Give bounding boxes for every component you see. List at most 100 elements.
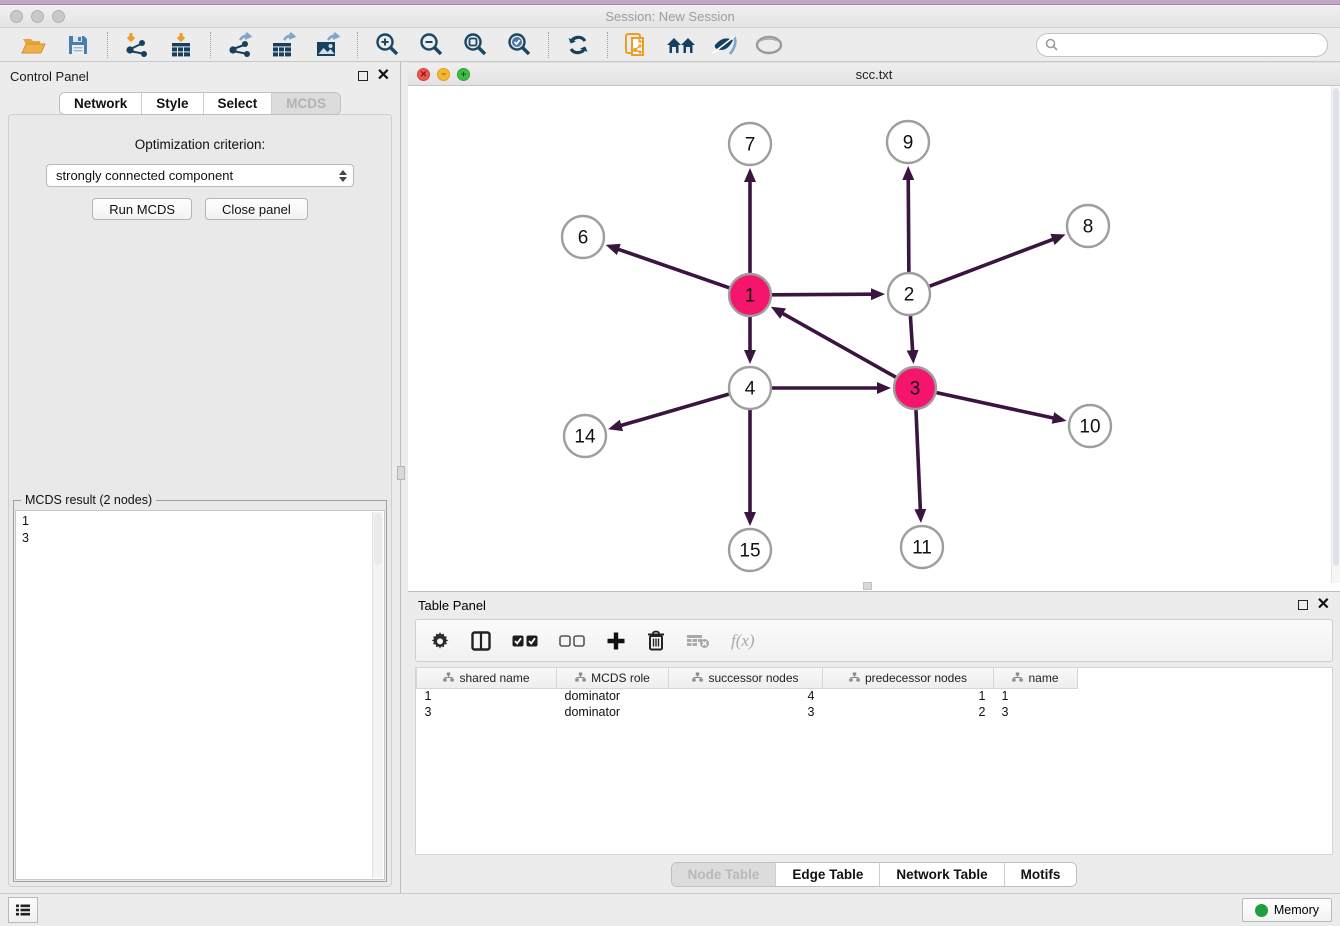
tab-node-table[interactable]: Node Table xyxy=(672,863,777,886)
node-label-4: 4 xyxy=(745,379,756,400)
canvas-vertical-scrollbar[interactable] xyxy=(1331,86,1340,583)
divider-handle[interactable] xyxy=(397,466,405,480)
tab-motifs[interactable]: Motifs xyxy=(1005,863,1077,886)
open-folder-icon[interactable] xyxy=(17,31,51,59)
column-header-shared-name[interactable]: shared name xyxy=(417,668,557,688)
export-image-icon[interactable] xyxy=(311,31,345,59)
network-canvas[interactable]: 7968124314101511 xyxy=(408,86,1340,591)
hide-graphics-icon[interactable] xyxy=(708,31,742,59)
delete-table-icon[interactable] xyxy=(686,633,710,649)
save-icon[interactable] xyxy=(61,31,95,59)
node-label-3: 3 xyxy=(910,379,921,400)
import-table-icon[interactable] xyxy=(164,31,198,59)
checked-boxes-icon[interactable] xyxy=(512,635,538,647)
edge-3-1[interactable] xyxy=(782,313,896,377)
tab-edge-table[interactable]: Edge Table xyxy=(776,863,880,886)
tab-mcds[interactable]: MCDS xyxy=(272,93,340,114)
tab-style[interactable]: Style xyxy=(142,93,203,114)
table-toolbar: f(x) xyxy=(415,619,1333,662)
control-panel: Control Panel ✕ Network Style Select MCD… xyxy=(0,62,400,893)
split-table-icon[interactable] xyxy=(471,631,491,651)
mcds-result-textarea[interactable]: 1 3 xyxy=(15,510,385,880)
network-zoom-button[interactable]: + xyxy=(457,68,470,81)
refresh-icon[interactable] xyxy=(561,31,595,59)
edge-3-11[interactable] xyxy=(916,410,920,510)
table-cell[interactable]: dominator xyxy=(557,688,669,704)
tab-select[interactable]: Select xyxy=(204,93,273,114)
node-label-1: 1 xyxy=(745,286,756,307)
task-history-button[interactable] xyxy=(8,897,38,923)
edge-2-3[interactable] xyxy=(910,316,912,351)
close-panel-button[interactable]: Close panel xyxy=(205,198,308,220)
plus-icon[interactable] xyxy=(606,631,626,651)
search-input[interactable] xyxy=(1063,38,1327,52)
main-toolbar xyxy=(0,28,1340,62)
hierarchy-icon xyxy=(1012,671,1023,685)
application-window: Session: New Session xyxy=(0,0,1340,926)
selected-criterion: strongly connected component xyxy=(56,168,339,183)
result-line: 3 xyxy=(22,530,384,547)
hierarchy-icon xyxy=(443,671,454,685)
node-table[interactable]: shared nameMCDS rolesuccessor nodesprede… xyxy=(415,667,1333,855)
edge-1-6[interactable] xyxy=(618,249,729,288)
node-label-8: 8 xyxy=(1083,217,1094,238)
edge-2-8[interactable] xyxy=(930,239,1054,286)
column-header-MCDS-role[interactable]: MCDS role xyxy=(557,668,669,688)
search-box[interactable] xyxy=(1036,33,1328,57)
result-line: 1 xyxy=(22,513,384,530)
node-label-2: 2 xyxy=(904,285,915,306)
unchecked-boxes-icon[interactable] xyxy=(559,635,585,647)
table-cell[interactable]: 3 xyxy=(994,704,1078,720)
table-row[interactable]: 1dominator411 xyxy=(417,688,1078,704)
panel-divider[interactable] xyxy=(400,62,408,893)
export-table-icon[interactable] xyxy=(267,31,301,59)
zoom-fit-icon[interactable] xyxy=(458,31,492,59)
zoom-out-icon[interactable] xyxy=(414,31,448,59)
function-icon[interactable]: f(x) xyxy=(731,631,755,651)
close-table-panel-icon[interactable]: ✕ xyxy=(1317,600,1330,610)
memory-button[interactable]: Memory xyxy=(1242,898,1332,922)
table-cell[interactable]: 1 xyxy=(417,688,557,704)
table-cell[interactable]: dominator xyxy=(557,704,669,720)
network-from-file-icon[interactable] xyxy=(620,31,654,59)
list-icon xyxy=(15,903,31,917)
column-header-predecessor-nodes[interactable]: predecessor nodes xyxy=(823,668,994,688)
table-cell[interactable]: 1 xyxy=(823,688,994,704)
edge-1-2[interactable] xyxy=(772,294,872,295)
table-cell[interactable]: 1 xyxy=(994,688,1078,704)
trash-icon[interactable] xyxy=(647,630,665,651)
run-mcds-button[interactable]: Run MCDS xyxy=(92,198,192,220)
table-cell[interactable]: 2 xyxy=(823,704,994,720)
canvas-horizontal-scrollbar[interactable] xyxy=(863,582,872,590)
tab-network-table[interactable]: Network Table xyxy=(880,863,1004,886)
birds-eye-icon[interactable] xyxy=(752,31,786,59)
result-scrollbar[interactable] xyxy=(372,512,383,878)
tab-network[interactable]: Network xyxy=(60,93,142,114)
close-panel-icon[interactable]: ✕ xyxy=(377,71,390,81)
table-cell[interactable]: 3 xyxy=(669,704,823,720)
optimization-criterion-select[interactable]: strongly connected component xyxy=(46,164,354,187)
gear-icon[interactable] xyxy=(430,631,450,651)
table-cell[interactable]: 3 xyxy=(417,704,557,720)
float-table-panel-icon[interactable] xyxy=(1298,600,1308,610)
hierarchy-icon xyxy=(575,671,586,685)
table-cell[interactable]: 4 xyxy=(669,688,823,704)
zoom-in-icon[interactable] xyxy=(370,31,404,59)
network-close-button[interactable]: ✕ xyxy=(417,68,430,81)
home-networks-icon[interactable] xyxy=(664,31,698,59)
column-header-name[interactable]: name xyxy=(994,668,1078,688)
edge-2-9[interactable] xyxy=(908,179,909,272)
export-network-icon[interactable] xyxy=(223,31,257,59)
import-network-icon[interactable] xyxy=(120,31,154,59)
table-row[interactable]: 3dominator323 xyxy=(417,704,1078,720)
toolbar-separator xyxy=(210,32,211,58)
edge-4-14[interactable] xyxy=(621,394,729,426)
column-header-successor-nodes[interactable]: successor nodes xyxy=(669,668,823,688)
node-label-7: 7 xyxy=(745,135,756,156)
network-minimize-button[interactable]: − xyxy=(437,68,450,81)
node-label-9: 9 xyxy=(903,133,914,154)
network-graph[interactable]: 7968124314101511 xyxy=(408,86,1340,590)
edge-3-10[interactable] xyxy=(936,393,1053,418)
float-panel-icon[interactable] xyxy=(358,71,368,81)
zoom-selected-icon[interactable] xyxy=(502,31,536,59)
